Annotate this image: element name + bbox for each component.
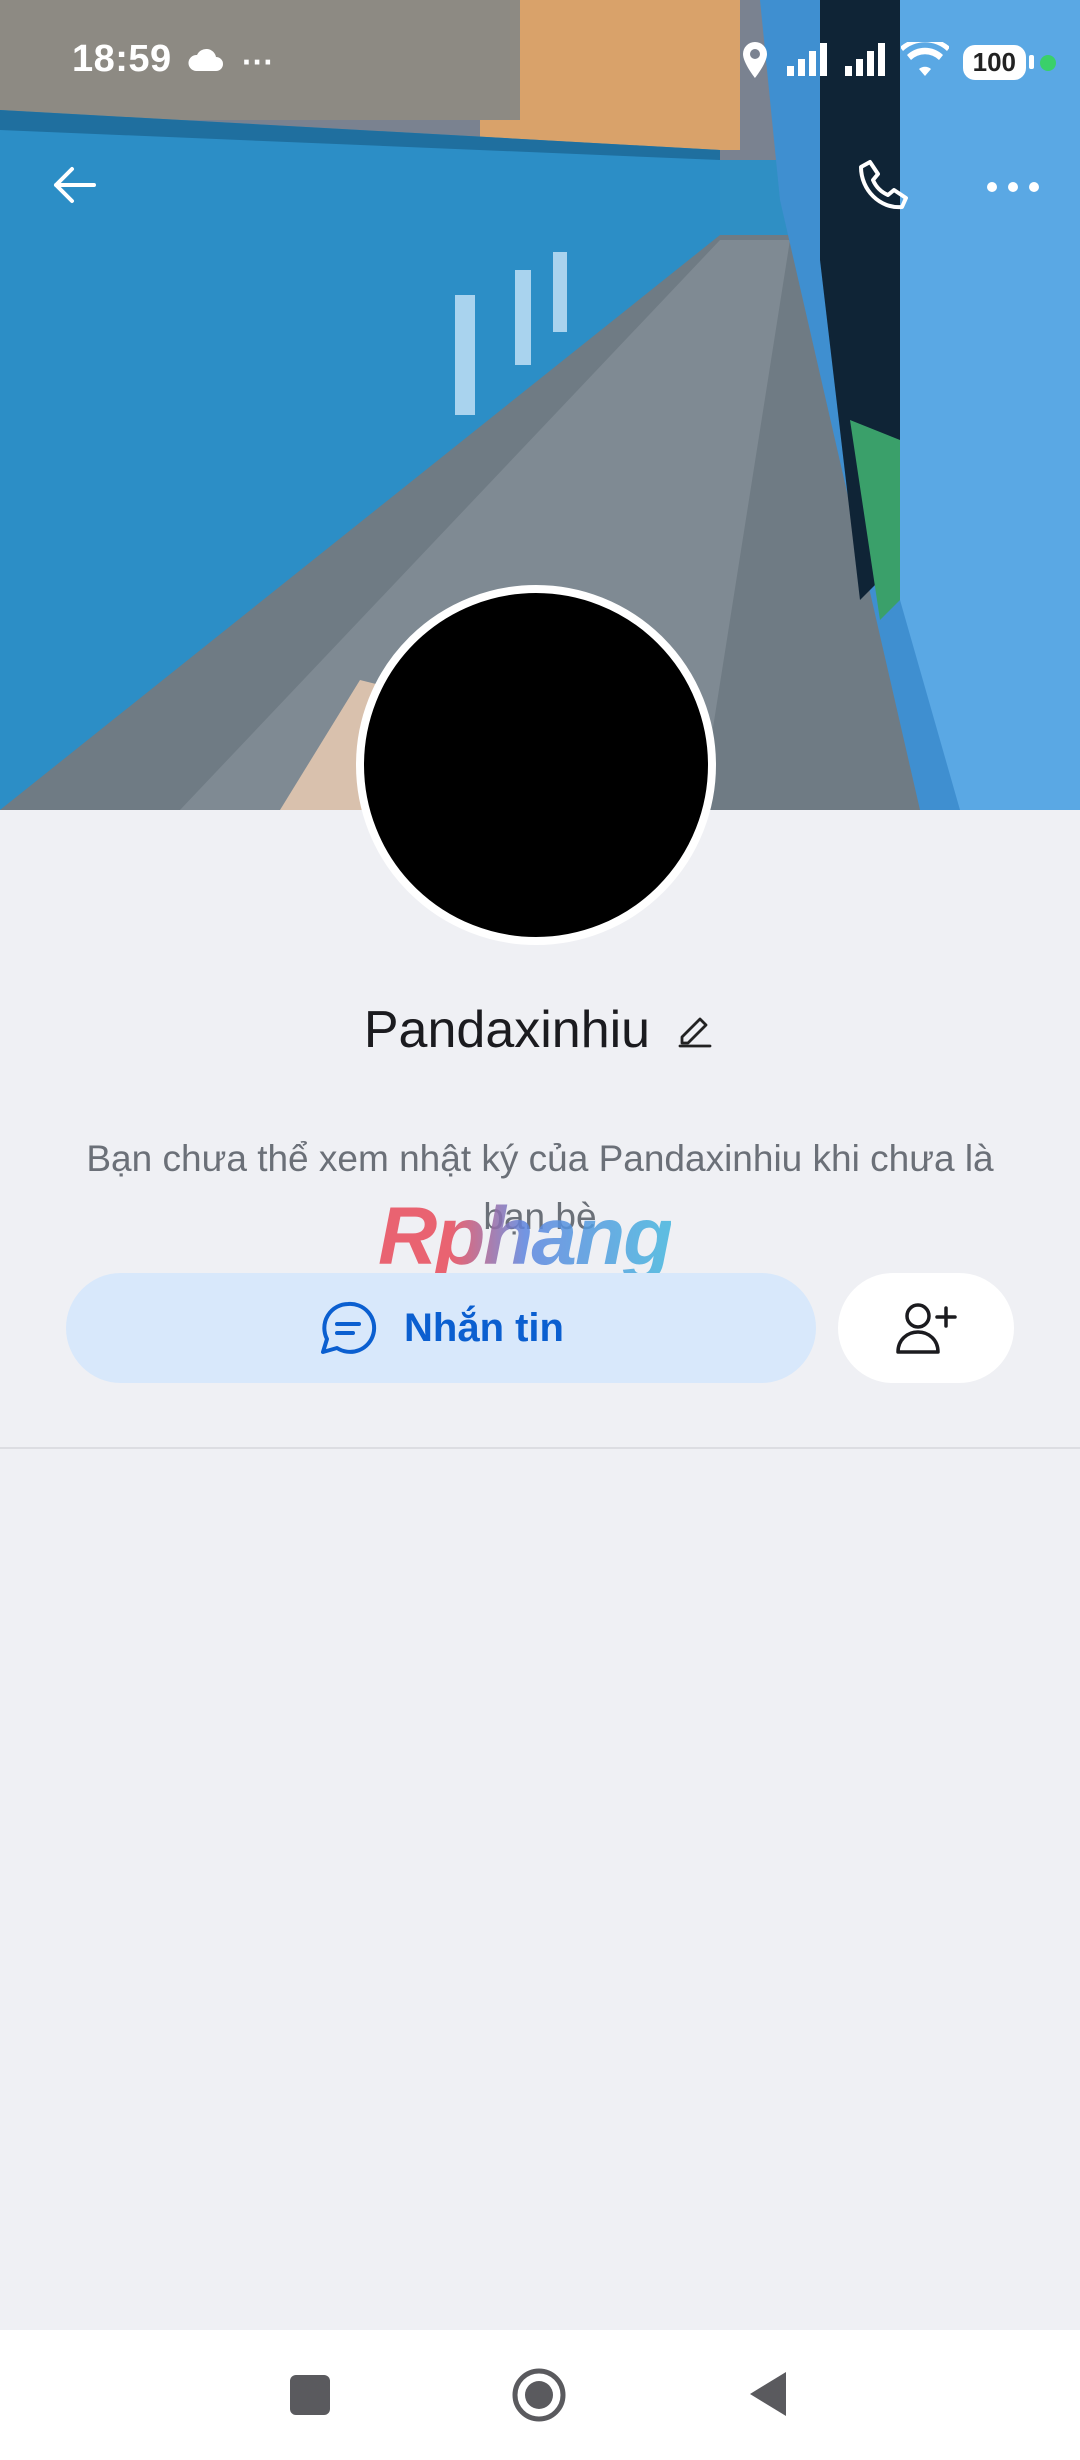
status-right-icons: 100 [739, 37, 1056, 85]
status-left-icons: ··· [188, 44, 274, 81]
more-dots-icon [987, 182, 1039, 192]
cloud-icon [188, 45, 224, 80]
system-nav-bar [0, 2330, 1080, 2460]
ellipsis-text: ··· [242, 44, 274, 80]
back-icon[interactable] [748, 2370, 788, 2418]
phone-icon [859, 160, 908, 210]
message-button[interactable]: Nhắn tin [66, 1273, 816, 1383]
signal-icon [843, 42, 887, 83]
status-bar: 18:59 ··· 100 [0, 0, 1080, 130]
active-dot [1040, 54, 1056, 71]
chat-bubble-icon [321, 1301, 377, 1354]
avatar[interactable] [356, 585, 716, 945]
message-button-label: Nhắn tin [404, 1305, 564, 1350]
back-button[interactable] [40, 150, 110, 220]
signal-icon [785, 42, 829, 83]
section-divider [0, 1447, 1080, 1449]
back-arrow-icon [54, 167, 96, 203]
edit-nickname-button[interactable] [674, 1007, 716, 1054]
more-options-button[interactable] [978, 150, 1048, 220]
watermark-logo: Rphang [378, 1191, 673, 1282]
location-icon [739, 40, 771, 85]
battery-icon: 100 [962, 45, 1035, 80]
profile-name-row: Pandaxinhiu [0, 1000, 1080, 1060]
pencil-icon [678, 1017, 712, 1047]
call-button[interactable] [848, 150, 918, 220]
status-time: 18:59 [72, 38, 172, 80]
add-friend-button[interactable] [838, 1273, 1014, 1383]
home-icon[interactable] [512, 2368, 566, 2422]
wifi-icon [899, 37, 950, 83]
recent-apps-icon[interactable] [290, 2375, 330, 2415]
add-user-icon [896, 1303, 957, 1354]
profile-name: Pandaxinhiu [363, 1001, 651, 1059]
